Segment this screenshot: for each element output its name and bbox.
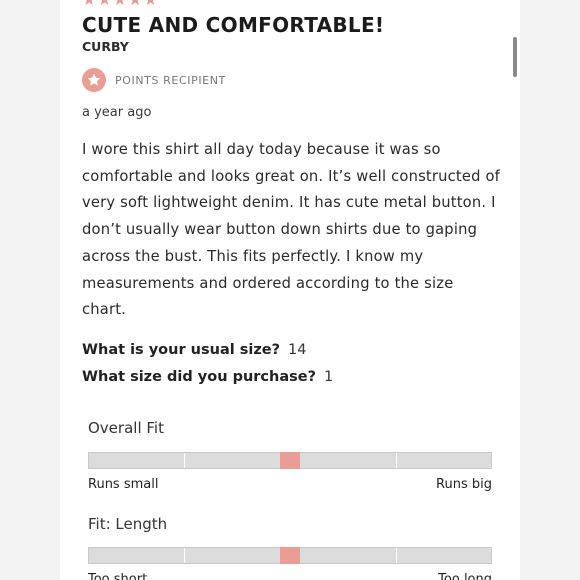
usual-size-question: What is your usual size?	[82, 342, 281, 358]
usual-size-answer: 14	[288, 342, 307, 358]
scrollbar[interactable]	[513, 37, 517, 77]
review-body: I wore this shirt all day today because …	[82, 141, 501, 319]
purchased-size-row: What size did you purchase? 1	[82, 367, 333, 387]
length-fit-min-label: Too short	[88, 572, 148, 580]
badge-label: POINTS RECIPIENT	[115, 73, 226, 87]
length-fit-max-label: Too long	[438, 572, 492, 580]
length-fit-title: Fit: Length	[88, 515, 168, 533]
purchased-size-answer: 1	[324, 369, 334, 385]
overall-fit-title: Overall Fit	[88, 419, 164, 437]
length-fit-marker	[280, 547, 300, 564]
overall-fit-marker	[280, 452, 300, 469]
overall-fit-scale	[88, 452, 492, 469]
star-icon	[82, 68, 106, 92]
length-fit-scale	[88, 547, 492, 564]
review-title: CUTE AND COMFORTABLE!	[82, 13, 385, 37]
rating-stars: ★★★★★	[82, 0, 159, 8]
usual-size-row: What is your usual size? 14	[82, 340, 306, 360]
purchased-size-question: What size did you purchase?	[82, 369, 316, 385]
overall-fit-max-label: Runs big	[436, 477, 492, 492]
review-card: ★★★★★ CUTE AND COMFORTABLE! CURBY POINTS…	[60, 0, 520, 580]
points-recipient-badge: POINTS RECIPIENT	[82, 68, 226, 92]
review-author: CURBY	[82, 39, 129, 54]
overall-fit-min-label: Runs small	[88, 477, 159, 492]
review-date: a year ago	[82, 105, 152, 120]
